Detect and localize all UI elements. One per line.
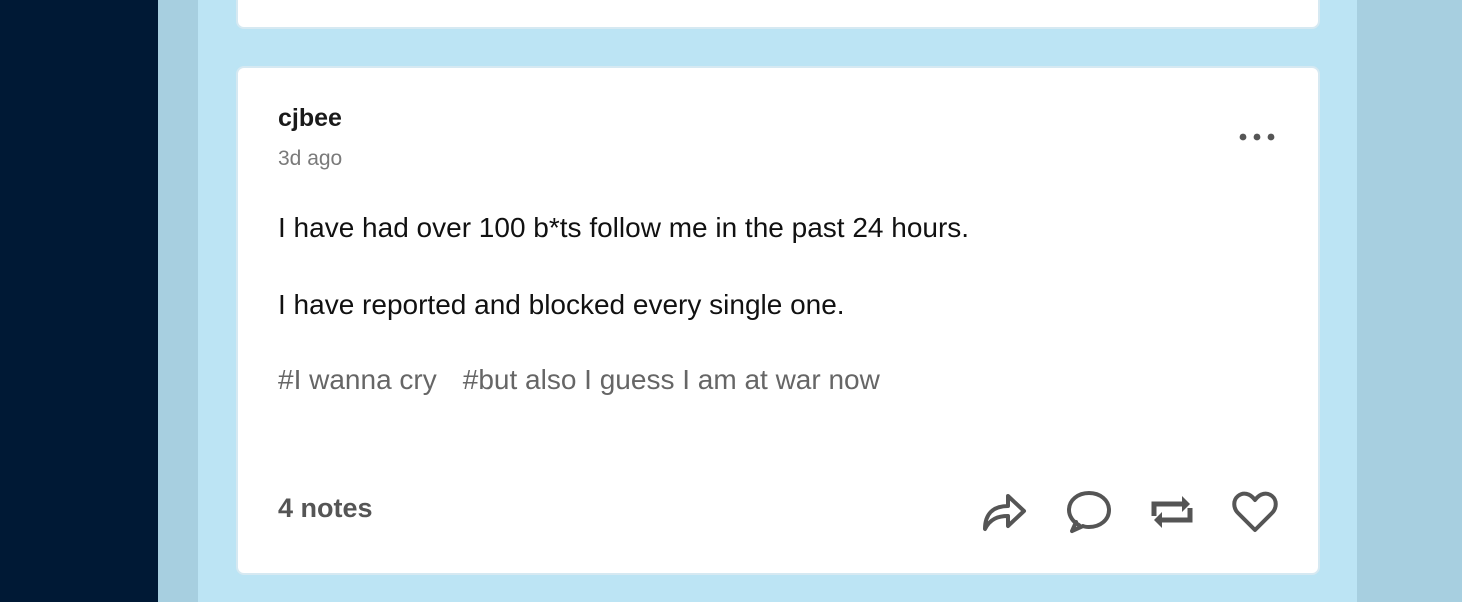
post-tag[interactable]: #but also I guess I am at war now <box>463 364 880 395</box>
post-tags: #I wanna cry #but also I guess I am at wa… <box>278 364 880 396</box>
left-navigation-panel <box>0 0 158 602</box>
reply-icon <box>1067 491 1111 533</box>
reblog-button[interactable] <box>1146 486 1198 538</box>
post-timestamp[interactable]: 3d ago <box>278 147 342 171</box>
notes-count[interactable]: 4 notes <box>278 493 373 524</box>
more-options-button[interactable] <box>1233 120 1281 150</box>
ellipsis-icon <box>1239 133 1275 141</box>
post-card: cjbee 3d ago I have had over 100 b*ts fo… <box>236 66 1320 575</box>
share-button[interactable] <box>978 486 1030 538</box>
reblog-icon <box>1151 496 1193 528</box>
post-author[interactable]: cjbee <box>278 104 342 133</box>
reply-button[interactable] <box>1063 486 1115 538</box>
like-button[interactable] <box>1229 486 1281 538</box>
heart-icon <box>1232 491 1278 532</box>
share-icon <box>983 494 1026 531</box>
post-body-paragraph: I have had over 100 b*ts follow me in th… <box>278 212 970 243</box>
post-tag[interactable]: #I wanna cry <box>278 364 437 395</box>
previous-post-card <box>236 0 1320 29</box>
post-body-paragraph: I have reported and blocked every single… <box>278 289 845 320</box>
